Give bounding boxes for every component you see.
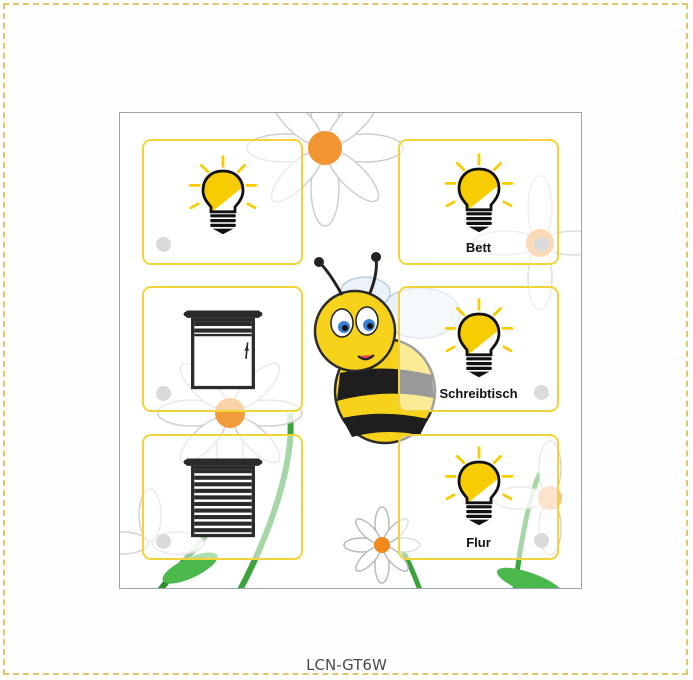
shutter-button-1[interactable] <box>142 286 303 412</box>
touch-panel: Bett Schreibtisch Flur <box>119 112 582 589</box>
shutter-button-2[interactable] <box>142 434 303 560</box>
status-indicator-dot <box>534 237 549 252</box>
status-indicator-dot <box>156 237 171 252</box>
light-bulb-icon <box>439 153 519 233</box>
light-button-flur[interactable]: Flur <box>398 434 559 560</box>
light-bulb-icon <box>439 446 519 526</box>
light-bulb-icon <box>439 298 519 378</box>
status-indicator-dot <box>156 534 171 549</box>
window-shutter-open-icon <box>182 308 264 390</box>
light-button-bett[interactable]: Bett <box>398 139 559 265</box>
status-indicator-dot <box>534 385 549 400</box>
light-button-schreibtisch[interactable]: Schreibtisch <box>398 286 559 412</box>
light-bulb-icon <box>183 155 263 235</box>
status-indicator-dot <box>156 386 171 401</box>
light-button-1[interactable] <box>142 139 303 265</box>
device-model-label: LCN-GT6W <box>306 656 387 674</box>
window-shutter-closed-icon <box>182 456 264 538</box>
status-indicator-dot <box>534 533 549 548</box>
